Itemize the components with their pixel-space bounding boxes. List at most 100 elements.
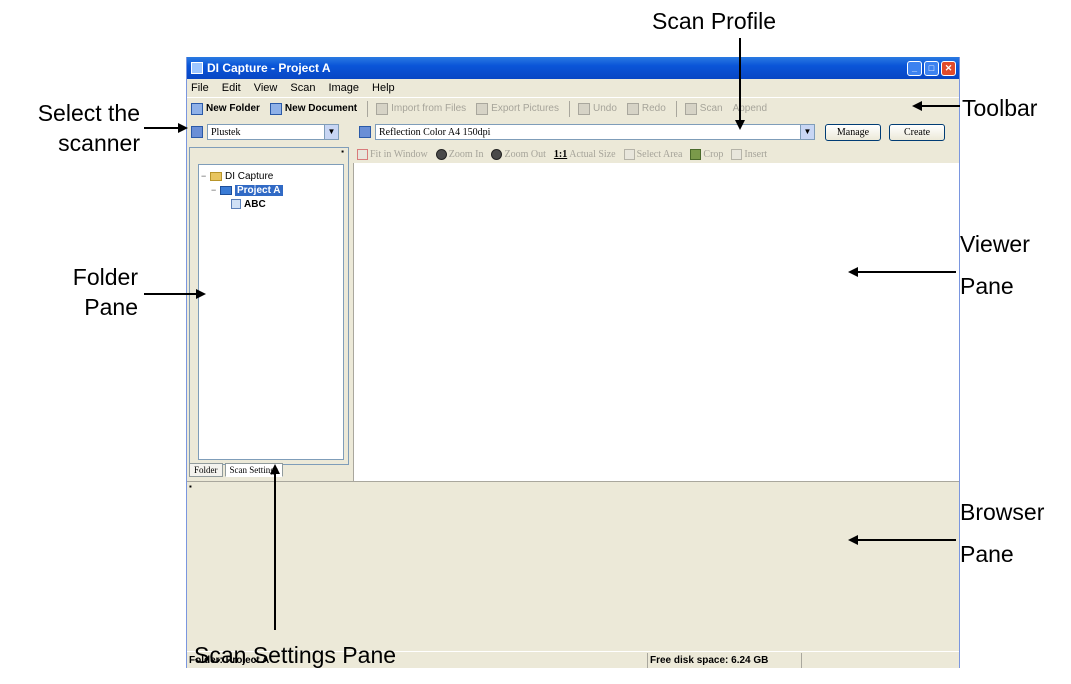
pane-tabs: Folder Scan Settings [189, 459, 349, 477]
folder-icon [220, 185, 232, 195]
redo-label: Redo [641, 103, 666, 114]
callout-select-scanner-line1: Select the [37, 100, 140, 126]
chevron-down-icon[interactable]: ▼ [800, 125, 814, 139]
undo-label: Undo [592, 103, 617, 114]
import-label: Import from Files [391, 103, 467, 114]
scan-profile-select[interactable]: Reflection Color A4 150dpi ▼ [375, 124, 815, 140]
zoom-out-label: Zoom Out [504, 148, 546, 160]
new-folder-icon [191, 102, 203, 115]
select-area-button[interactable]: Select Area [623, 148, 683, 160]
tree-label: DI Capture [225, 170, 274, 182]
toolbar-separator [568, 100, 570, 117]
fit-in-window-label: Fit in Window [370, 148, 428, 160]
scan-label: Scan [699, 103, 723, 114]
toolbar: New Folder New Document Import from File… [187, 97, 959, 119]
scan-icon [684, 102, 697, 115]
callout-scan-profile: Scan Profile [652, 8, 777, 34]
new-document-icon [269, 102, 282, 115]
select-area-label: Select Area [636, 148, 683, 160]
export-label: Export Pictures [491, 103, 559, 114]
collapse-icon[interactable]: − [201, 171, 210, 181]
menu-file[interactable]: File [191, 82, 209, 94]
actual-size-label: Actual Size [569, 148, 616, 160]
redo-button[interactable]: Redo [626, 102, 666, 115]
callout-browser-line1: Browser [960, 499, 1045, 525]
window-controls: _ □ ✕ [907, 60, 956, 76]
menu-help[interactable]: Help [372, 82, 395, 94]
crop-icon [690, 148, 702, 160]
menu-edit[interactable]: Edit [222, 82, 241, 94]
import-icon [376, 102, 389, 115]
undo-icon [577, 102, 590, 115]
callout-folder-line2: Pane [84, 294, 138, 320]
scanner-profile-row: Plustek ▼ Reflection Color A4 150dpi ▼ M… [187, 121, 959, 143]
insert-label: Insert [744, 148, 768, 160]
magnifier-icon [435, 148, 447, 160]
callout-viewer-line1: Viewer [960, 231, 1030, 257]
import-from-files-button[interactable]: Import from Files [376, 102, 467, 115]
maximize-icon[interactable]: □ [924, 60, 939, 76]
scanner-icon [191, 126, 203, 138]
new-document-button[interactable]: New Document [269, 102, 358, 115]
new-document-label: New Document [284, 103, 358, 114]
undo-button[interactable]: Undo [577, 102, 617, 115]
insert-button[interactable]: Insert [731, 148, 768, 160]
chevron-down-icon[interactable]: ▼ [324, 125, 338, 139]
callout-toolbar: Toolbar [962, 95, 1038, 121]
insert-icon [731, 148, 743, 160]
annotated-screenshot: DI Capture - Project A _ □ ✕ File Edit V… [0, 0, 1071, 684]
callout-viewer-line2: Pane [960, 273, 1014, 299]
magnifier-icon [491, 148, 503, 160]
zoom-in-button[interactable]: Zoom In [435, 148, 484, 160]
scan-profile-value: Reflection Color A4 150dpi [379, 126, 491, 138]
menu-image[interactable]: Image [328, 82, 359, 94]
viewer-pane[interactable] [353, 163, 959, 481]
toolbar-separator [675, 100, 677, 117]
profile-icon [359, 126, 371, 138]
zoom-out-button[interactable]: Zoom Out [491, 148, 546, 160]
menu-scan[interactable]: Scan [290, 82, 315, 94]
browser-pane[interactable]: ▪ [187, 481, 959, 651]
app-icon [191, 62, 203, 74]
scanner-select[interactable]: Plustek ▼ [207, 124, 339, 140]
collapse-icon[interactable]: − [211, 185, 220, 195]
title-bar[interactable]: DI Capture - Project A _ □ ✕ [187, 57, 959, 79]
minimize-icon[interactable]: _ [907, 60, 922, 76]
folder-icon [210, 171, 222, 181]
tree-item-project-a[interactable]: − Project A [201, 183, 341, 197]
manage-button[interactable]: Manage [825, 123, 881, 141]
close-icon[interactable]: ✕ [941, 60, 956, 76]
status-empty-cell [801, 652, 959, 668]
new-folder-button[interactable]: New Folder [191, 102, 260, 115]
tree-item-di-capture[interactable]: − DI Capture [201, 169, 341, 183]
status-disk-space: Free disk space: 6.24 GB [647, 652, 801, 668]
new-folder-label: New Folder [206, 103, 260, 114]
crop-label: Crop [703, 148, 724, 160]
pane-close-icon[interactable]: ▪ [187, 482, 959, 491]
fit-in-window-button[interactable]: Fit in Window [357, 148, 428, 160]
actual-size-button[interactable]: 1:1 Actual Size [554, 149, 616, 160]
callout-select-scanner-line2: scanner [58, 130, 140, 156]
window-title: DI Capture - Project A [207, 61, 331, 75]
export-pictures-button[interactable]: Export Pictures [476, 102, 559, 115]
crop-button[interactable]: Crop [690, 148, 724, 160]
redo-icon [626, 102, 639, 115]
pane-close-icon[interactable]: ▪ [190, 148, 348, 156]
tree-item-abc[interactable]: ABC [201, 197, 341, 211]
scan-button[interactable]: Scan [684, 102, 723, 115]
actual-size-icon: 1:1 [553, 148, 568, 160]
create-button[interactable]: Create [889, 123, 945, 141]
toolbar-separator [367, 100, 369, 117]
append-button[interactable]: Append [733, 103, 767, 114]
tab-folder[interactable]: Folder [189, 463, 223, 477]
callout-browser-line2: Pane [960, 541, 1014, 567]
menu-view[interactable]: View [254, 82, 278, 94]
folder-tree: − DI Capture − Project A ABC [198, 164, 344, 460]
select-area-icon [623, 148, 635, 160]
folder-pane: ▪ − DI Capture − Project A ABC [189, 147, 349, 465]
document-icon [231, 199, 241, 209]
export-icon [476, 102, 489, 115]
zoom-in-label: Zoom In [448, 148, 484, 160]
tab-scan-settings[interactable]: Scan Settings [224, 463, 284, 477]
callout-scan-settings: Scan Settings Pane [194, 642, 397, 668]
